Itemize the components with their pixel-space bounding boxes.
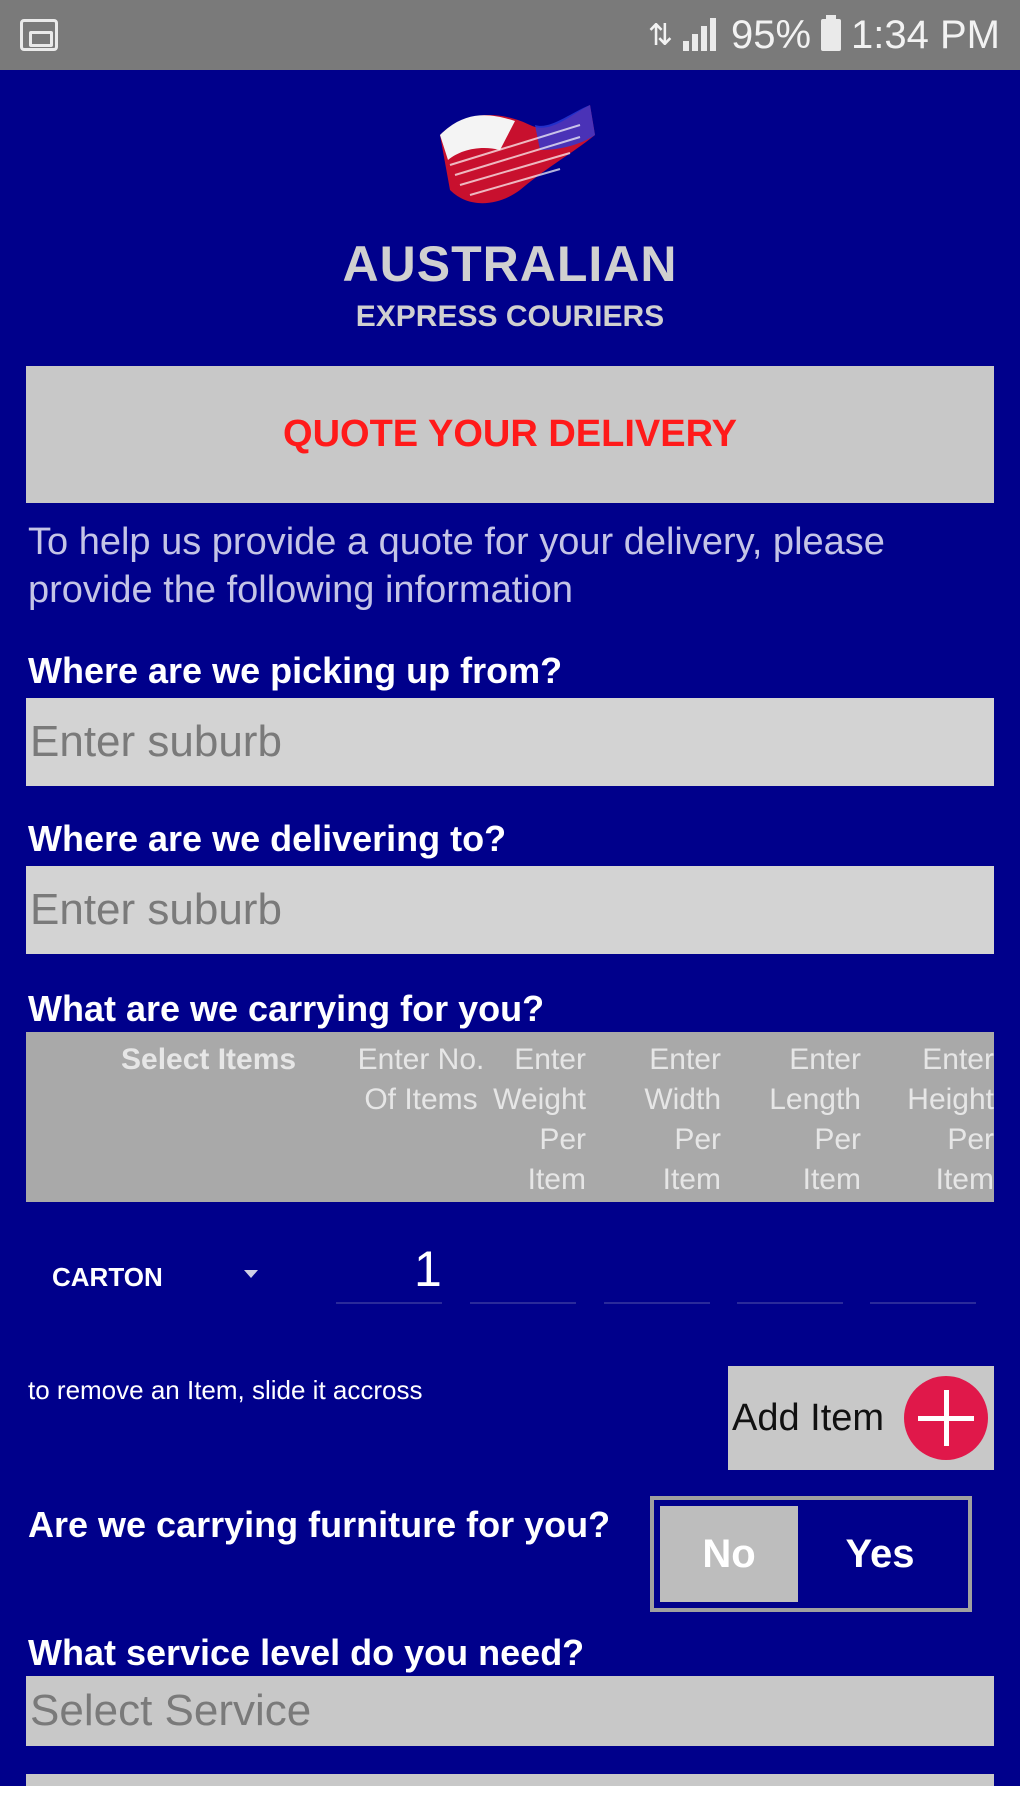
quantity-underline	[336, 1302, 442, 1304]
furniture-toggle[interactable]: No Yes	[650, 1496, 972, 1612]
status-left	[20, 19, 58, 51]
quote-title: QUOTE YOUR DELIVERY	[283, 413, 737, 455]
delivery-suburb-input[interactable]	[26, 866, 994, 954]
header-no-of-items: Enter No. Of Items	[357, 1043, 485, 1116]
signal-icon	[681, 17, 721, 53]
items-table-header: Select Items Enter No. Of Items Enter We…	[26, 1032, 994, 1202]
header-weight: Enter Weight Per Item	[493, 1043, 586, 1196]
pickup-label: Where are we picking up from?	[28, 650, 563, 691]
battery-icon	[821, 15, 842, 51]
logo: AUSTRALIAN EXPRESS COURIERS	[0, 95, 1020, 355]
weight-input[interactable]	[470, 1302, 576, 1304]
service-select[interactable]: Select Service	[26, 1676, 994, 1746]
header-length: Enter Length Per Item	[769, 1043, 861, 1196]
height-input[interactable]	[870, 1302, 976, 1304]
flag-logo-icon	[440, 105, 595, 204]
toggle-yes-option[interactable]: Yes	[798, 1506, 962, 1602]
chevron-down-icon[interactable]	[244, 1270, 258, 1278]
header-width: Enter Width Per Item	[644, 1043, 721, 1196]
add-item-label: Add Item	[732, 1396, 885, 1439]
data-transfer-icon: ⇅	[647, 18, 673, 52]
item-quantity-input[interactable]: 1	[414, 1240, 442, 1298]
pickup-suburb-input[interactable]	[26, 698, 994, 786]
intro-text: To help us provide a quote for your deli…	[28, 521, 885, 611]
header-select-items: Select Items	[121, 1043, 297, 1076]
plus-circle-icon	[904, 1376, 988, 1460]
notification-icon	[20, 19, 58, 51]
quote-banner: QUOTE YOUR DELIVERY	[26, 366, 994, 503]
remove-item-hint: to remove an Item, slide it accross	[28, 1375, 423, 1405]
width-input[interactable]	[604, 1302, 710, 1304]
status-bar: ⇅ 95% 1:34 PM	[0, 0, 1020, 70]
delivery-label: Where are we delivering to?	[28, 818, 507, 859]
length-input[interactable]	[737, 1302, 843, 1304]
clock: 1:34 PM	[851, 12, 1000, 57]
furniture-label: Are we carrying furniture for you?	[28, 1504, 611, 1545]
brand-name: AUSTRALIAN	[342, 236, 678, 292]
service-label: What service level do you need?	[28, 1632, 585, 1673]
battery-percent: 95%	[730, 12, 812, 57]
brand-subtitle: EXPRESS COURIERS	[355, 300, 665, 333]
add-item-button[interactable]: Add Item	[728, 1366, 994, 1470]
bottom-edge	[0, 1786, 1020, 1817]
status-right: ⇅ 95% 1:34 PM	[648, 13, 1000, 58]
header-height: Enter Height Per Item	[907, 1043, 994, 1196]
toggle-no-option[interactable]: No	[660, 1506, 798, 1602]
item-type-select[interactable]: CARTON	[52, 1262, 163, 1293]
items-label: What are we carrying for you?	[28, 988, 545, 1029]
